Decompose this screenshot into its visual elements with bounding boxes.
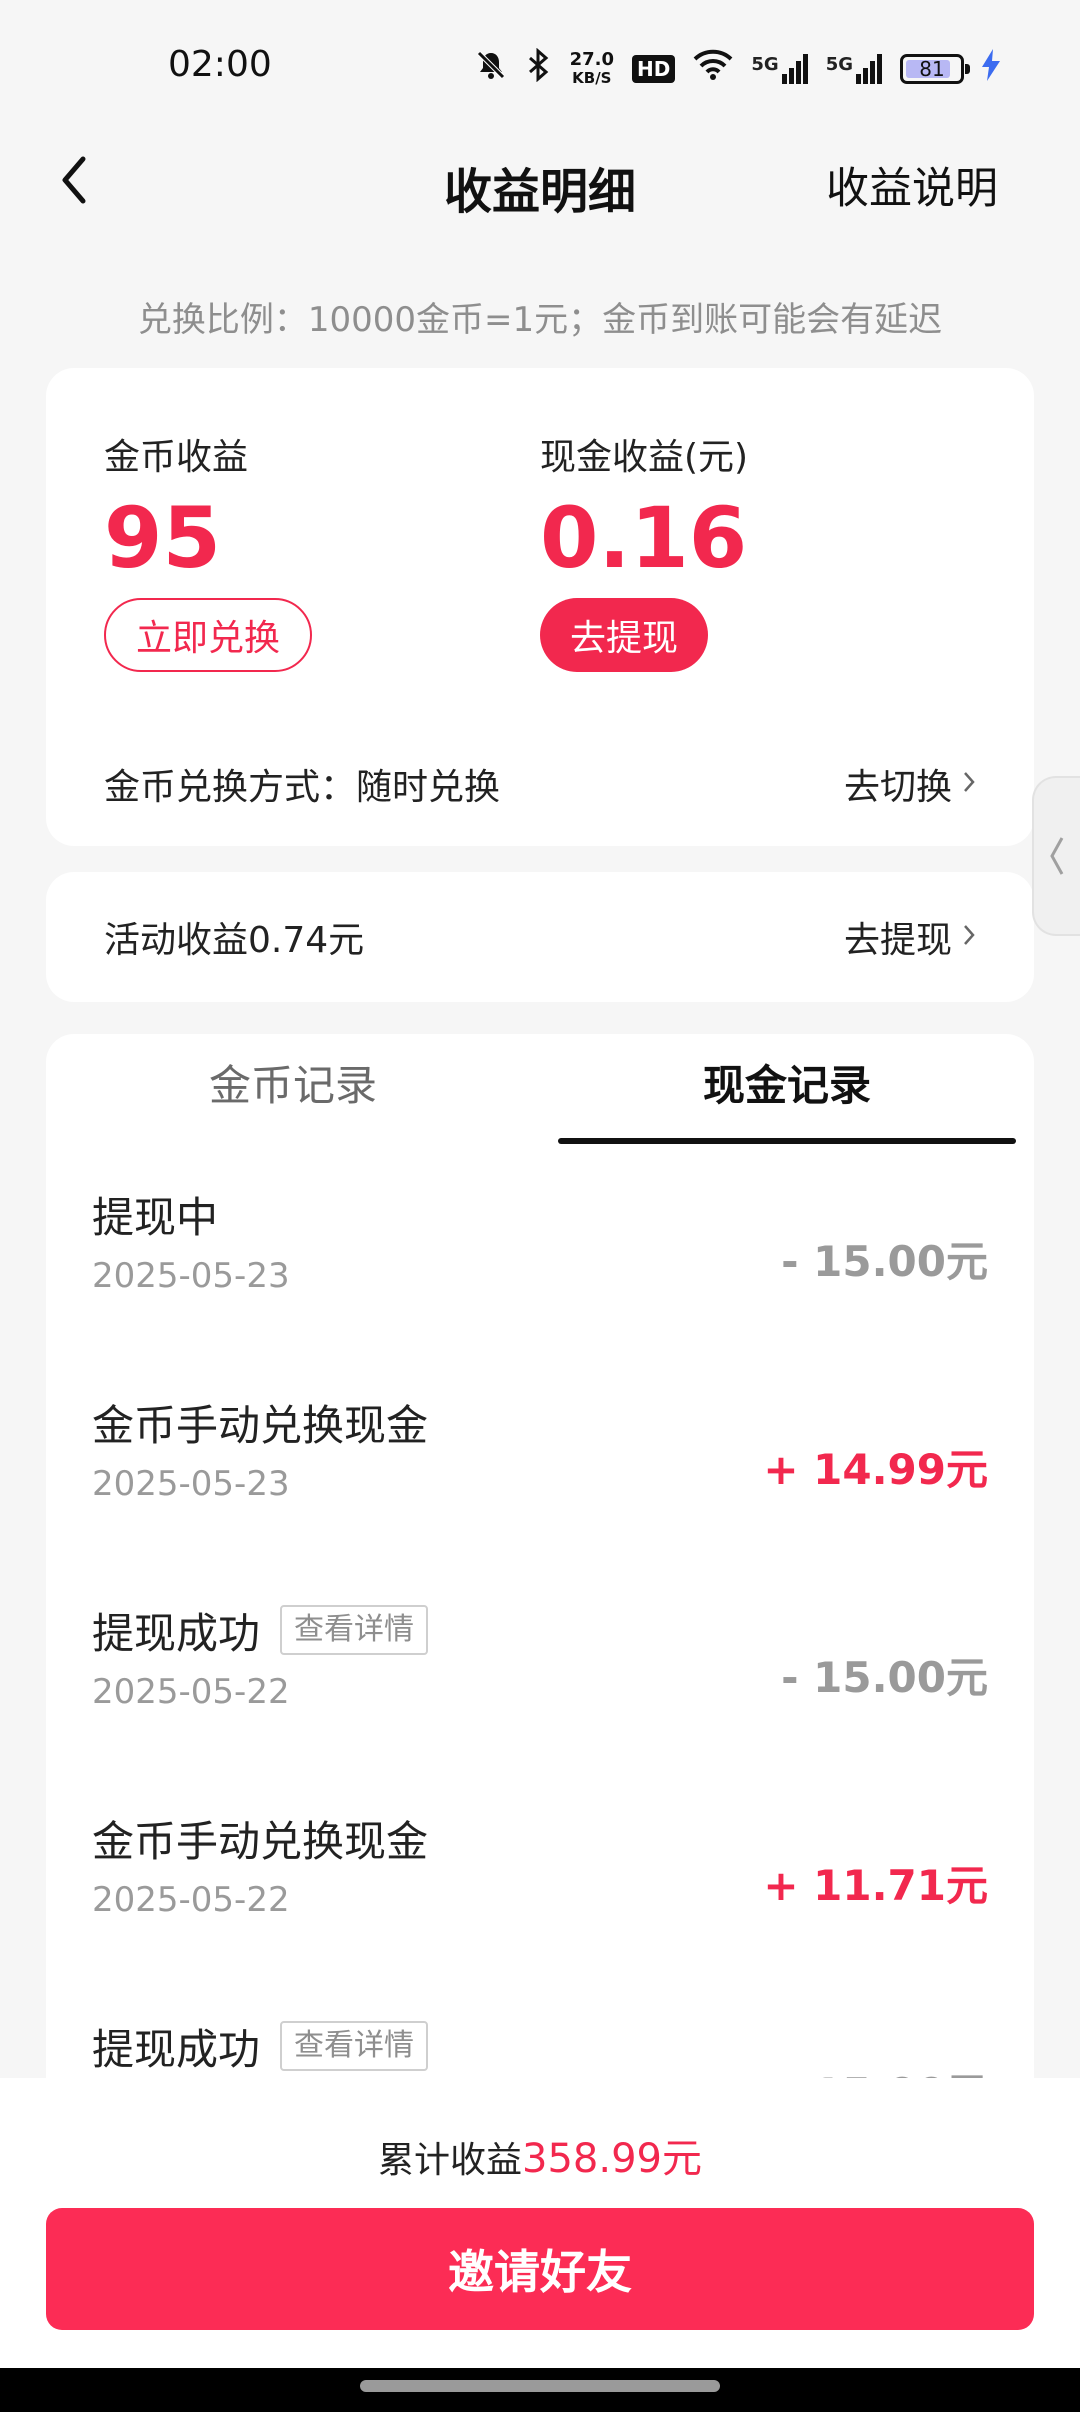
total-earnings: 累计收益358.99元 bbox=[0, 2126, 1080, 2184]
wifi-icon bbox=[693, 49, 733, 88]
view-details-button[interactable]: 查看详情 bbox=[280, 2021, 429, 2071]
record-title: 提现成功 bbox=[92, 1608, 261, 1658]
active-tab-indicator bbox=[558, 1138, 1016, 1144]
activity-withdraw-label: 去提现 bbox=[843, 920, 952, 961]
signal-icon: 5G bbox=[751, 53, 808, 84]
activity-earnings-text: 活动收益0.74元 bbox=[104, 920, 365, 961]
exchange-method-text: 金币兑换方式：随时兑换 bbox=[104, 767, 501, 808]
record-amount: - 15.00元 bbox=[781, 1653, 988, 1702]
battery-percent: 81 bbox=[919, 56, 945, 81]
list-item[interactable]: 提现成功 查看详情 2025-05-22 - 15.00元 bbox=[92, 1600, 988, 1808]
cash-earnings: 现金收益(元) 0.16 去提现 bbox=[540, 428, 748, 672]
record-tabs: 金币记录 现金记录 bbox=[46, 1034, 1034, 1144]
list-item[interactable]: 提现中 2025-05-23 - 15.00元 bbox=[92, 1184, 988, 1392]
net-speed-unit: KB/S bbox=[572, 68, 612, 87]
mute-icon bbox=[474, 48, 508, 89]
coin-earnings-label: 金币收益 bbox=[104, 437, 249, 478]
withdraw-button[interactable]: 去提现 bbox=[540, 598, 709, 672]
record-title: 金币手动兑换现金 bbox=[92, 1816, 429, 1866]
record-amount: - 15.00元 bbox=[781, 1237, 988, 1286]
battery-icon: 81 bbox=[900, 53, 970, 84]
activity-row[interactable]: 活动收益0.74元 去提现 bbox=[104, 872, 976, 1002]
total-earnings-value: 358.99元 bbox=[522, 2136, 702, 2182]
activity-earnings-card: 活动收益0.74元 去提现 bbox=[46, 872, 1034, 1002]
side-drawer-handle[interactable] bbox=[1032, 776, 1080, 936]
status-bar: 02:00 27.0 KB/S HD 5G 5G 81 bbox=[0, 0, 1080, 140]
switch-method-label: 去切换 bbox=[843, 767, 952, 808]
record-title: 提现中 bbox=[92, 1192, 219, 1242]
exchange-now-button[interactable]: 立即兑换 bbox=[104, 598, 313, 672]
bottom-bar: 累计收益358.99元 邀请好友 bbox=[0, 2078, 1080, 2368]
list-item[interactable]: 金币手动兑换现金 2025-05-22 + 11.71元 bbox=[92, 1808, 988, 2016]
tab-cash-records[interactable]: 现金记录 bbox=[540, 1034, 1034, 1144]
home-indicator[interactable] bbox=[360, 2380, 720, 2392]
exchange-method-row: 金币兑换方式：随时兑换 去切换 bbox=[104, 754, 976, 814]
signal-label: 5G bbox=[751, 53, 779, 75]
coin-earnings-value: 95 bbox=[104, 489, 221, 587]
coin-earnings: 金币收益 95 立即兑换 bbox=[104, 428, 313, 672]
cash-record-list: 提现中 2025-05-23 - 15.00元 金币手动兑换现金 2025-05… bbox=[92, 1184, 988, 2224]
switch-method-link[interactable]: 去切换 bbox=[844, 758, 976, 810]
list-item[interactable]: 金币手动兑换现金 2025-05-23 + 14.99元 bbox=[92, 1392, 988, 1600]
exchange-ratio-note: 兑换比例：10000金币=1元；金币到账可能会有延迟 bbox=[137, 300, 943, 340]
total-earnings-label: 累计收益 bbox=[378, 2140, 523, 2181]
signal-icon-2: 5G bbox=[825, 53, 882, 84]
record-amount: + 14.99元 bbox=[763, 1445, 988, 1494]
cash-earnings-value: 0.16 bbox=[540, 489, 748, 587]
chevron-right-icon bbox=[962, 767, 976, 802]
chevron-left-icon bbox=[1050, 837, 1064, 875]
charging-icon bbox=[982, 48, 1000, 89]
record-amount: + 11.71元 bbox=[763, 1861, 988, 1910]
cash-earnings-label: 现金收益(元) bbox=[540, 437, 749, 478]
tab-coin-records-label: 金币记录 bbox=[208, 1061, 377, 1110]
net-speed-value: 27.0 bbox=[569, 48, 615, 70]
activity-withdraw-link[interactable]: 去提现 bbox=[844, 911, 976, 963]
view-details-button[interactable]: 查看详情 bbox=[280, 1605, 429, 1655]
tab-cash-records-label: 现金记录 bbox=[702, 1061, 871, 1110]
status-time: 02:00 bbox=[168, 44, 272, 85]
earnings-explanation-link[interactable]: 收益说明 bbox=[826, 154, 998, 216]
nav-bar: 收益明细 收益说明 bbox=[0, 130, 1080, 240]
tab-coin-records[interactable]: 金币记录 bbox=[46, 1034, 540, 1138]
chevron-right-icon bbox=[962, 920, 976, 955]
hd-icon: HD bbox=[632, 54, 676, 83]
net-speed: 27.0 KB/S bbox=[569, 48, 615, 87]
signal-label-2: 5G bbox=[825, 53, 853, 75]
page: 02:00 27.0 KB/S HD 5G 5G 81 收益明细 收益说明 兑换… bbox=[0, 0, 1080, 2412]
earnings-card: 金币收益 95 立即兑换 现金收益(元) 0.16 去提现 金币兑换方式：随时兑… bbox=[46, 368, 1034, 846]
invite-friends-button[interactable]: 邀请好友 bbox=[46, 2208, 1034, 2330]
record-title: 金币手动兑换现金 bbox=[92, 1400, 429, 1450]
record-title: 提现成功 bbox=[92, 2024, 261, 2074]
status-icons: 27.0 KB/S HD 5G 5G 81 bbox=[474, 47, 1000, 89]
bluetooth-icon bbox=[526, 47, 552, 89]
